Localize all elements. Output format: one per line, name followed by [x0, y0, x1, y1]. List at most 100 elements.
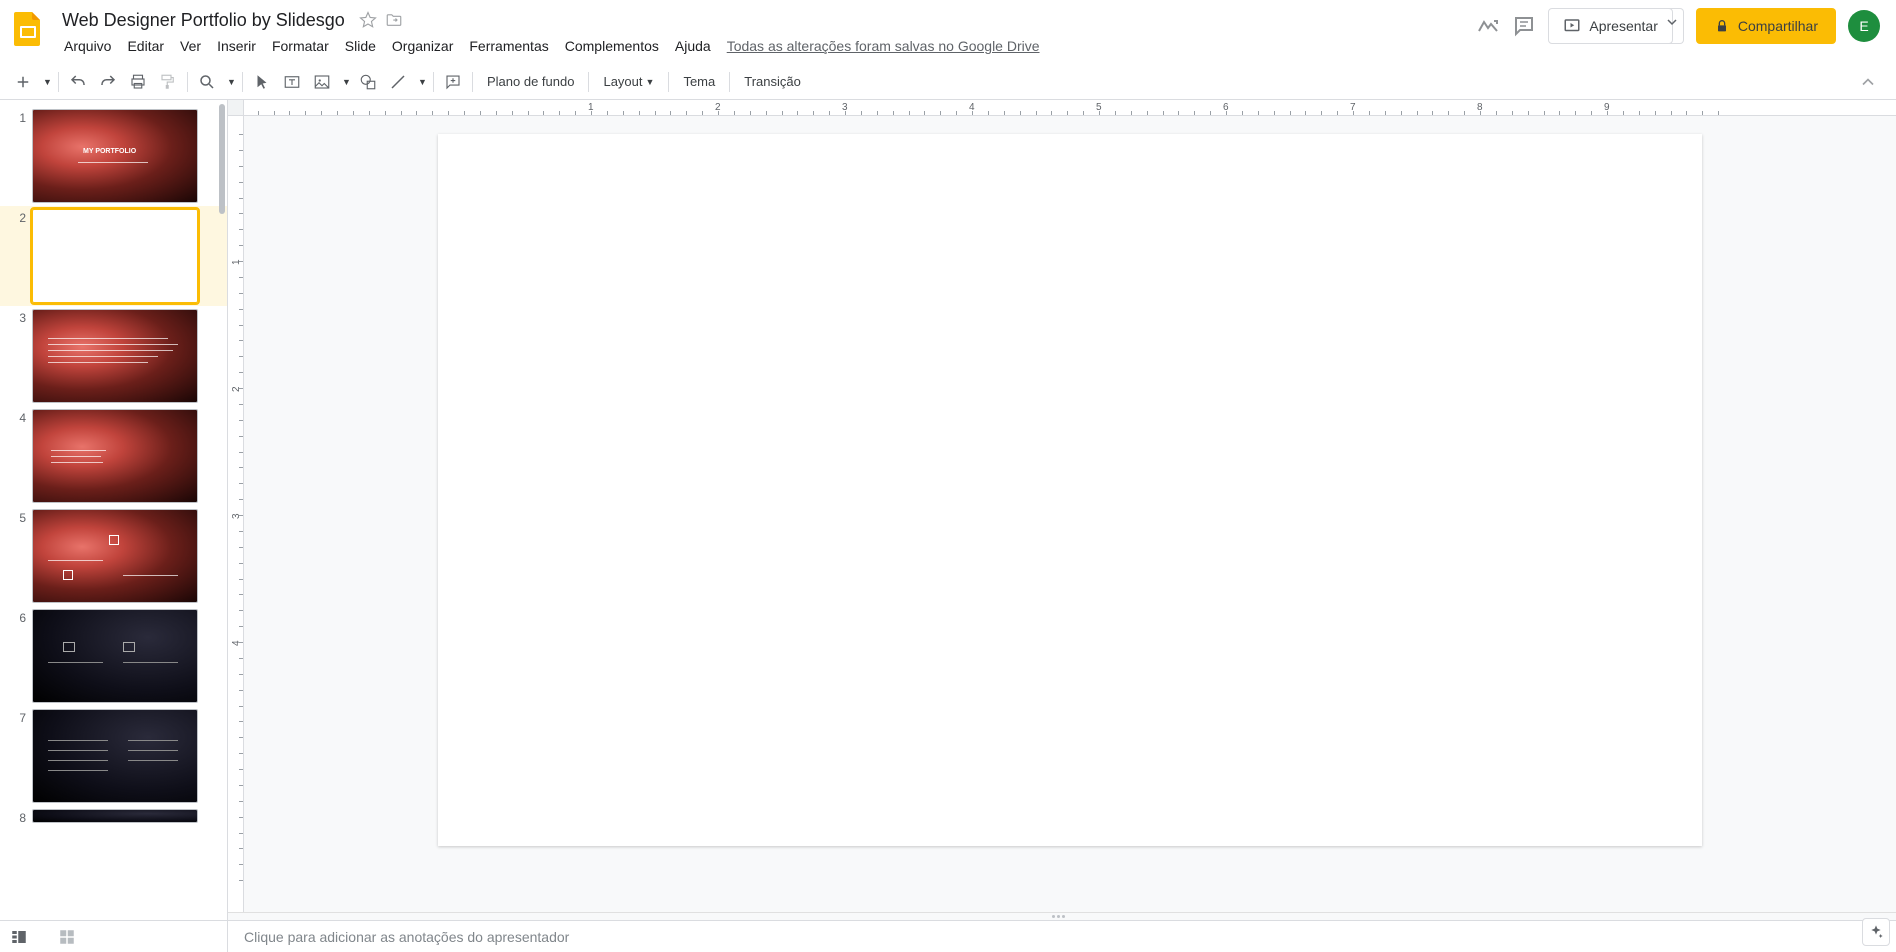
- thumb-title-text: MY PORTFOLIO: [83, 148, 136, 155]
- menu-ferramentas[interactable]: Ferramentas: [461, 34, 556, 58]
- image-tool[interactable]: [308, 69, 336, 95]
- select-tool[interactable]: [248, 69, 276, 95]
- star-icon[interactable]: [359, 11, 377, 29]
- slide-thumbnail-5[interactable]: 5: [0, 506, 227, 606]
- ruler-tick: 1: [588, 102, 594, 113]
- plus-icon: [14, 73, 32, 91]
- speaker-notes[interactable]: Clique para adicionar as anotações do ap…: [228, 920, 1896, 952]
- filmstrip-scrollbar[interactable]: [219, 104, 225, 214]
- shape-tool[interactable]: [354, 69, 382, 95]
- slide-number: 7: [8, 709, 26, 803]
- redo-icon: [99, 73, 117, 91]
- menu-arquivo[interactable]: Arquivo: [56, 34, 119, 58]
- slide-thumbnail-3[interactable]: 3: [0, 306, 227, 406]
- document-title[interactable]: Web Designer Portfolio by Slidesgo: [56, 8, 351, 33]
- paint-format-button[interactable]: [154, 69, 182, 95]
- theme-button[interactable]: Tema: [673, 69, 725, 95]
- menu-formatar[interactable]: Formatar: [264, 34, 337, 58]
- present-icon: [1563, 17, 1581, 35]
- slide-canvas[interactable]: [438, 134, 1702, 846]
- comment-button[interactable]: [439, 69, 467, 95]
- canvas-area: 123456789 1234 Clique para adicionar as …: [228, 100, 1896, 952]
- slide-thumbnail-7[interactable]: 7: [0, 706, 227, 806]
- slide-number: 5: [8, 509, 26, 603]
- ruler-tick: 3: [231, 513, 242, 519]
- cursor-icon: [253, 73, 271, 91]
- transition-button[interactable]: Transição: [734, 69, 811, 95]
- slide-number: 2: [8, 209, 26, 303]
- image-dropdown[interactable]: ▼: [338, 69, 352, 95]
- menu-organizar[interactable]: Organizar: [384, 34, 461, 58]
- menu-ver[interactable]: Ver: [172, 34, 209, 58]
- slide-number: 4: [8, 409, 26, 503]
- filmstrip-view-icon[interactable]: [10, 928, 28, 946]
- view-toggles: [0, 920, 228, 952]
- zoom-dropdown[interactable]: ▼: [223, 69, 237, 95]
- grid-view-icon[interactable]: [58, 928, 76, 946]
- activity-icon[interactable]: [1476, 14, 1500, 38]
- comments-icon[interactable]: [1512, 14, 1536, 38]
- chevron-down-icon: ▼: [646, 77, 655, 87]
- slide-thumbnail-8[interactable]: 8: [0, 806, 227, 828]
- undo-button[interactable]: [64, 69, 92, 95]
- present-label: Apresentar: [1589, 18, 1657, 34]
- line-tool[interactable]: [384, 69, 412, 95]
- zoom-button[interactable]: [193, 69, 221, 95]
- app-logo[interactable]: [8, 8, 48, 48]
- save-status[interactable]: Todas as alterações foram salvas no Goog…: [727, 38, 1040, 54]
- chevron-down-icon: ▼: [227, 77, 236, 87]
- main-area: 1 MY PORTFOLIO 2 3 4: [0, 100, 1896, 952]
- chevron-down-icon: [1667, 17, 1677, 27]
- present-button[interactable]: Apresentar: [1548, 8, 1672, 44]
- slide-thumbnail-4[interactable]: 4: [0, 406, 227, 506]
- ruler-tick: 6: [1223, 102, 1229, 113]
- layout-label: Layout: [603, 74, 642, 89]
- slide-thumbnail-2[interactable]: 2: [0, 206, 227, 306]
- user-avatar[interactable]: E: [1848, 10, 1880, 42]
- move-to-folder-icon[interactable]: [385, 11, 403, 29]
- redo-button[interactable]: [94, 69, 122, 95]
- zoom-icon: [198, 73, 216, 91]
- chevron-down-icon: ▼: [43, 77, 52, 87]
- print-icon: [129, 73, 147, 91]
- textbox-icon: [283, 73, 301, 91]
- new-slide-button[interactable]: [9, 69, 37, 95]
- layout-button[interactable]: Layout ▼: [593, 69, 664, 95]
- explore-icon: [1868, 924, 1884, 940]
- share-button[interactable]: Compartilhar: [1696, 8, 1836, 44]
- shape-icon: [359, 73, 377, 91]
- background-button[interactable]: Plano de fundo: [477, 69, 584, 95]
- share-label: Compartilhar: [1738, 18, 1818, 34]
- vertical-ruler[interactable]: 1234: [228, 116, 244, 912]
- toolbar: ▼ ▼ ▼ ▼ Plano de fundo Layout ▼ Tema Tran…: [0, 64, 1896, 100]
- present-dropdown[interactable]: [1661, 8, 1684, 44]
- slide-thumbnail-1[interactable]: 1 MY PORTFOLIO: [0, 106, 227, 206]
- slide-number: 6: [8, 609, 26, 703]
- textbox-tool[interactable]: [278, 69, 306, 95]
- ruler-tick: 1: [231, 259, 242, 265]
- ruler-corner: [228, 100, 244, 116]
- line-dropdown[interactable]: ▼: [414, 69, 428, 95]
- header-actions: Apresentar Compartilhar E: [1476, 8, 1888, 44]
- chevron-down-icon: ▼: [418, 77, 427, 87]
- menu-inserir[interactable]: Inserir: [209, 34, 264, 58]
- notes-resize-handle[interactable]: [228, 912, 1896, 920]
- collapse-toolbar-icon[interactable]: [1858, 72, 1878, 92]
- ruler-tick: 9: [1604, 102, 1610, 113]
- paint-roller-icon: [159, 73, 177, 91]
- slide-thumbnail-6[interactable]: 6: [0, 606, 227, 706]
- slides-logo-icon: [10, 10, 46, 46]
- print-button[interactable]: [124, 69, 152, 95]
- ruler-tick: 4: [231, 640, 242, 646]
- menu-ajuda[interactable]: Ajuda: [667, 34, 719, 58]
- menu-editar[interactable]: Editar: [119, 34, 172, 58]
- new-slide-dropdown[interactable]: ▼: [39, 69, 53, 95]
- undo-icon: [69, 73, 87, 91]
- ruler-tick: 7: [1350, 102, 1356, 113]
- menu-slide[interactable]: Slide: [337, 34, 384, 58]
- explore-button[interactable]: [1862, 918, 1890, 946]
- menu-complementos[interactable]: Complementos: [557, 34, 667, 58]
- canvas-viewport[interactable]: [244, 116, 1896, 912]
- horizontal-ruler[interactable]: 123456789: [244, 100, 1896, 116]
- filmstrip[interactable]: 1 MY PORTFOLIO 2 3 4: [0, 100, 228, 952]
